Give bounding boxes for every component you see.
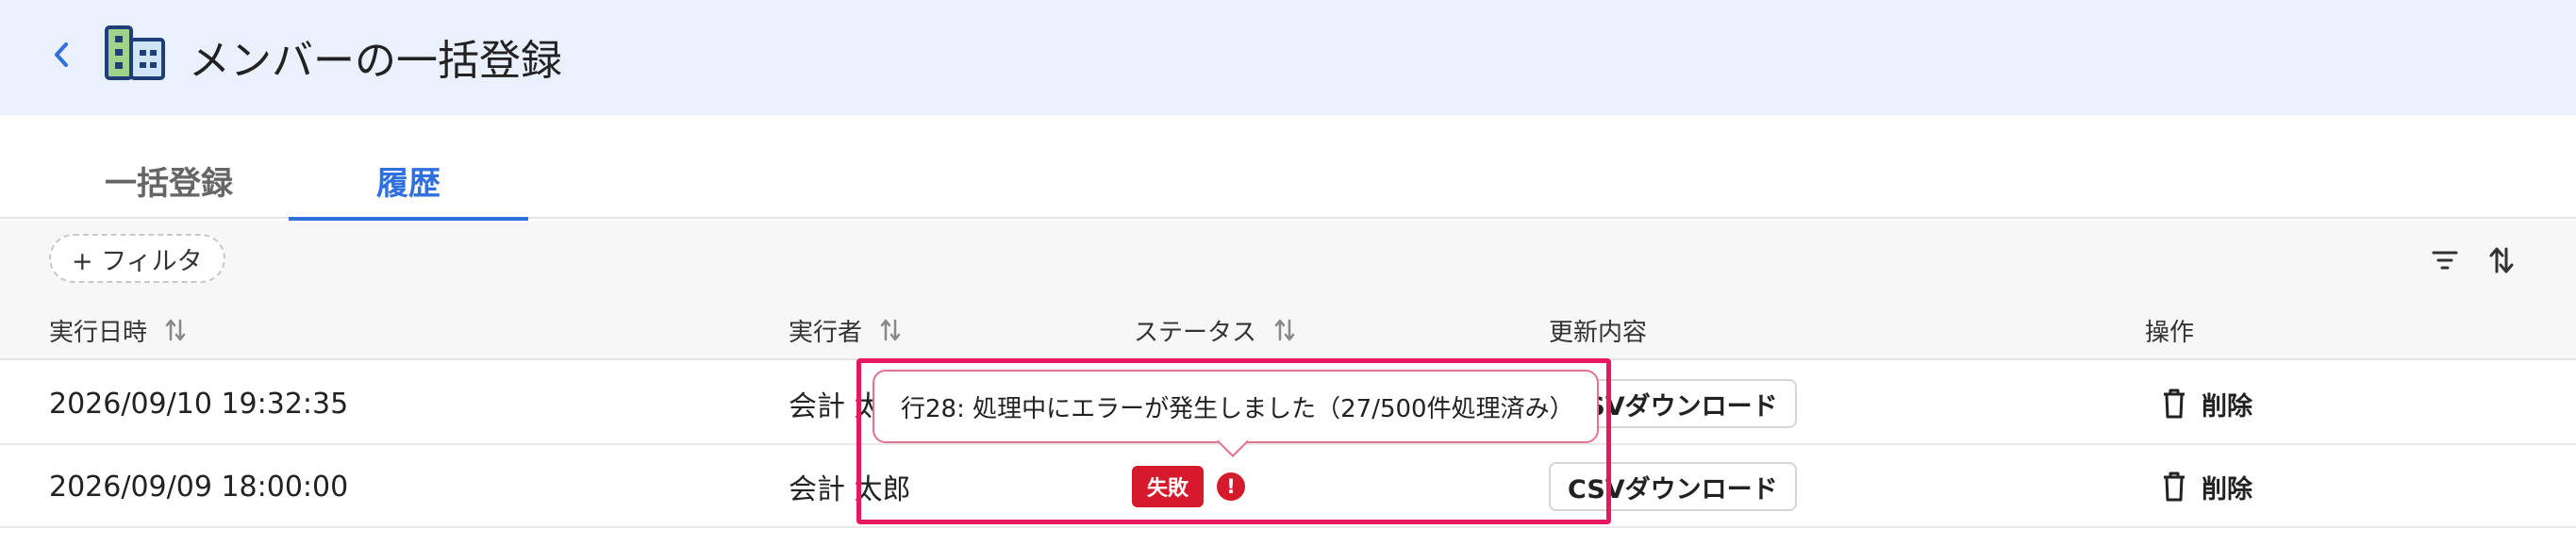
column-header-status[interactable]: ステータス [1134,300,1296,360]
trash-icon [2164,389,2185,419]
table-toolbar: + フィルタ [0,221,2576,300]
column-header-date[interactable]: 実行日時 [49,300,187,360]
tab-history[interactable]: 履歴 [289,141,528,221]
chevron-left-icon[interactable] [47,36,75,74]
delete-label: 削除 [2202,474,2252,505]
column-header-label: 実行者 [789,318,863,347]
error-tooltip: 行28: 処理中にエラーが発生しました（27/500件処理済み） [873,370,1599,443]
sort-arrows-icon[interactable] [879,318,902,342]
tab-bulk-register[interactable]: 一括登録 [51,141,287,219]
sort-arrows-icon[interactable] [164,318,187,342]
column-header-update: 更新内容 [1549,318,1648,347]
building-icon [104,25,166,81]
tab-bar: 一括登録 履歴 [0,141,2576,221]
column-header-executor[interactable]: 実行者 [789,300,902,360]
page-title: メンバーの一括登録 [189,37,562,85]
column-header-label: ステータス [1134,318,1257,347]
delete-button[interactable]: 削除 [2162,379,2252,428]
execution-date: 2026/09/09 18:00:00 [49,470,349,504]
table-header: 実行日時 実行者 ステータス 更新内容 操作 [0,300,2576,360]
delete-label: 削除 [2202,391,2252,422]
column-header-label: 実行日時 [49,318,148,347]
filter-icon[interactable] [2426,241,2464,279]
sort-arrows-icon[interactable] [1273,318,1296,342]
sort-icon[interactable] [2483,241,2520,279]
trash-icon [2164,472,2185,502]
execution-date: 2026/09/10 19:32:35 [49,387,349,421]
page-header: メンバーの一括登録 [0,0,2576,115]
delete-button[interactable]: 削除 [2162,462,2252,511]
column-header-actions: 操作 [2145,318,2195,347]
add-filter-button[interactable]: + フィルタ [49,234,225,283]
